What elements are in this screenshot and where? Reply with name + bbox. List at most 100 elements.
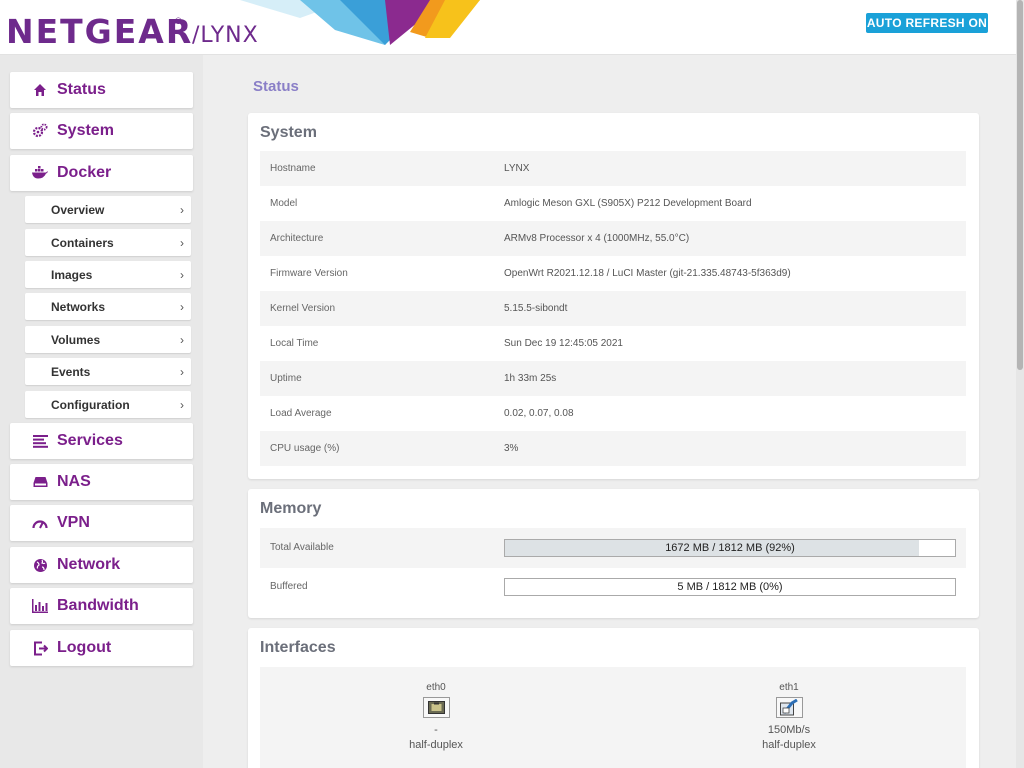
home-icon xyxy=(32,82,48,98)
sidebar-item-label: Bandwidth xyxy=(57,597,139,614)
row-value: LYNX xyxy=(504,163,530,174)
ethernet-connected-icon xyxy=(775,697,803,718)
interface-duplex: half-duplex xyxy=(762,739,816,751)
table-row: Architecture ARMv8 Processor x 4 (1000MH… xyxy=(260,221,966,256)
chevron-right-icon: › xyxy=(180,332,184,347)
row-value: 3% xyxy=(504,443,519,454)
interface-name: eth0 xyxy=(426,682,446,693)
interface-speed: 150Mb/s xyxy=(767,724,811,736)
interface-speed: - xyxy=(434,724,438,736)
table-row: Kernel Version 5.15.5-sibondt xyxy=(260,291,966,326)
sidebar-item-vpn[interactable]: VPN xyxy=(10,505,193,541)
auto-refresh-toggle-button[interactable]: AUTO REFRESH ON xyxy=(866,13,988,33)
logo-registered-mark: ® xyxy=(175,16,182,26)
table-row: CPU usage (%) 3% xyxy=(260,431,966,466)
row-value: Sun Dec 19 12:45:05 2021 xyxy=(504,338,623,349)
list-icon xyxy=(32,433,48,449)
interfaces-card: Interfaces eth0 - half-duplex eth1 150Mb… xyxy=(248,628,979,768)
table-row: Hostname LYNX xyxy=(260,151,966,186)
sidebar-item-label: Services xyxy=(57,432,123,449)
netgear-logo[interactable]: NETGEAR xyxy=(6,12,193,51)
drive-icon xyxy=(32,474,48,490)
memory-total-progress-bar: 1672 MB / 1812 MB (92%) xyxy=(504,539,956,557)
interfaces-panel: eth0 - half-duplex eth1 150Mb/s half-dup… xyxy=(260,667,966,768)
docker-sub-item-events[interactable]: Events › xyxy=(25,358,191,385)
table-row: Load Average 0.02, 0.07, 0.08 xyxy=(260,396,966,431)
sidebar-item-bandwidth[interactable]: Bandwidth xyxy=(10,588,193,624)
chevron-right-icon: › xyxy=(180,267,184,282)
sidebar-item-label: Network xyxy=(57,556,121,573)
sidebar-item-services[interactable]: Services xyxy=(10,423,193,459)
sub-item-label: Volumes xyxy=(51,332,101,347)
row-key: Load Average xyxy=(270,408,332,419)
gauge-icon xyxy=(32,515,48,531)
interface-name: eth1 xyxy=(779,682,799,693)
progress-text: 5 MB / 1812 MB (0%) xyxy=(677,581,783,593)
sidebar-item-network[interactable]: Network xyxy=(10,547,193,583)
sub-item-label: Overview xyxy=(51,202,105,217)
row-key: Buffered xyxy=(270,581,308,592)
interface-eth0[interactable]: eth0 - half-duplex xyxy=(376,682,496,751)
chevron-right-icon: › xyxy=(180,202,184,217)
table-row: Buffered 5 MB / 1812 MB (0%) xyxy=(260,567,966,607)
row-value: Amlogic Meson GXL (S905X) P212 Developme… xyxy=(504,198,752,209)
gears-icon xyxy=(32,123,48,139)
sidebar-item-logout[interactable]: Logout xyxy=(10,630,193,666)
row-value: OpenWrt R2021.12.18 / LuCI Master (git-2… xyxy=(504,268,791,279)
row-key: Architecture xyxy=(270,233,324,244)
scrollbar-thumb[interactable] xyxy=(1017,0,1023,370)
sidebar-item-system[interactable]: System xyxy=(10,113,193,149)
row-value: 0.02, 0.07, 0.08 xyxy=(504,408,574,419)
chevron-right-icon: › xyxy=(180,299,184,314)
sub-item-label: Networks xyxy=(51,299,106,314)
sidebar-item-label: VPN xyxy=(57,514,90,531)
table-row: Local Time Sun Dec 19 12:45:05 2021 xyxy=(260,326,966,361)
chevron-right-icon: › xyxy=(180,364,184,379)
interfaces-card-title: Interfaces xyxy=(260,639,336,656)
sidebar-item-label: NAS xyxy=(57,473,91,490)
row-key: CPU usage (%) xyxy=(270,443,340,454)
sub-item-label: Images xyxy=(51,267,93,282)
table-row: Uptime 1h 33m 25s xyxy=(260,361,966,396)
sidebar-item-label: Logout xyxy=(57,639,112,656)
system-card-title: System xyxy=(260,124,317,141)
page-title: Status xyxy=(253,78,299,95)
docker-sub-item-configuration[interactable]: Configuration › xyxy=(25,391,191,418)
row-key: Hostname xyxy=(270,163,316,174)
sidebar: Status System Docker Overview › Containe… xyxy=(0,55,203,768)
sidebar-item-label: Status xyxy=(57,81,106,98)
logout-icon xyxy=(32,640,48,656)
sidebar-item-nas[interactable]: NAS xyxy=(10,464,193,500)
progress-text: 1672 MB / 1812 MB (92%) xyxy=(665,542,795,554)
row-key: Uptime xyxy=(270,373,302,384)
sidebar-item-docker[interactable]: Docker xyxy=(10,155,193,191)
table-row: Model Amlogic Meson GXL (S905X) P212 Dev… xyxy=(260,186,966,221)
sidebar-item-label: Docker xyxy=(57,164,112,181)
sidebar-item-status[interactable]: Status xyxy=(10,72,193,108)
docker-sub-item-overview[interactable]: Overview › xyxy=(25,196,191,223)
sub-item-label: Configuration xyxy=(51,397,130,412)
docker-sub-item-images[interactable]: Images › xyxy=(25,261,191,288)
docker-sub-item-networks[interactable]: Networks › xyxy=(25,293,191,320)
page-scrollbar[interactable] xyxy=(1016,0,1024,768)
header-banner-graphic xyxy=(240,0,480,45)
docker-icon xyxy=(32,165,48,181)
memory-card: Memory Total Available 1672 MB / 1812 MB… xyxy=(248,489,979,618)
row-key: Local Time xyxy=(270,338,319,349)
docker-sub-item-containers[interactable]: Containers › xyxy=(25,229,191,256)
interface-eth1[interactable]: eth1 150Mb/s half-duplex xyxy=(729,682,849,751)
memory-card-title: Memory xyxy=(260,500,322,517)
ethernet-port-icon xyxy=(422,697,450,718)
table-row: Total Available 1672 MB / 1812 MB (92%) xyxy=(260,528,966,568)
chevron-right-icon: › xyxy=(180,397,184,412)
docker-sub-item-volumes[interactable]: Volumes › xyxy=(25,326,191,353)
row-key: Total Available xyxy=(270,542,334,553)
chevron-right-icon: › xyxy=(180,235,184,250)
header: NETGEAR ® ./LYNX AUTO REFRESH ON xyxy=(0,0,1016,55)
interface-duplex: half-duplex xyxy=(409,739,463,751)
sub-item-label: Containers xyxy=(51,235,114,250)
bar-chart-icon xyxy=(32,598,48,614)
table-row: Firmware Version OpenWrt R2021.12.18 / L… xyxy=(260,256,966,291)
globe-icon xyxy=(32,557,48,573)
row-value: 5.15.5-sibondt xyxy=(504,303,568,314)
